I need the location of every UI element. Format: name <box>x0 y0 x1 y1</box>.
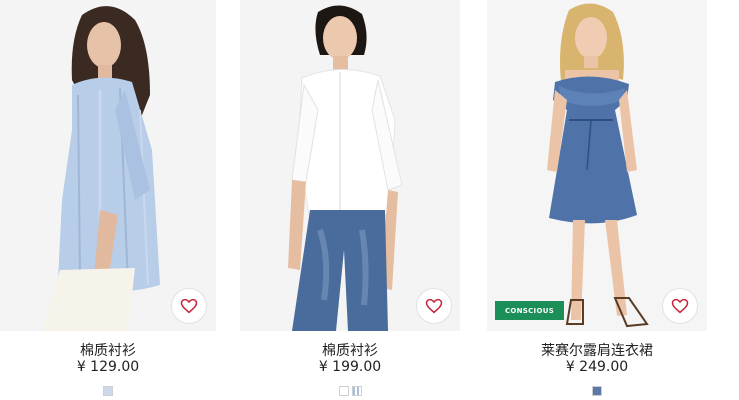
wishlist-button[interactable] <box>416 288 452 324</box>
product-price: ¥ 199.00 <box>318 359 382 375</box>
heart-outline-icon <box>180 298 198 314</box>
wishlist-button[interactable] <box>662 288 698 324</box>
product-image[interactable] <box>487 0 707 331</box>
color-swatches <box>487 386 707 396</box>
product-card[interactable]: 棉质衬衫 ¥ 129.00 <box>0 0 216 400</box>
product-name[interactable]: 莱赛尔露肩连衣裙 <box>487 340 707 360</box>
product-image[interactable] <box>240 0 460 331</box>
product-price: ¥ 249.00 <box>565 359 629 375</box>
product-name[interactable]: 棉质衬衫 <box>0 340 216 360</box>
conscious-badge: CONSCIOUS <box>495 301 564 320</box>
heart-outline-icon <box>671 298 689 314</box>
color-swatch[interactable] <box>351 386 362 396</box>
wishlist-button[interactable] <box>171 288 207 324</box>
color-swatch[interactable] <box>103 386 113 396</box>
product-grid: 棉质衬衫 ¥ 129.00 棉质衬衫 ¥ 199.00 CONSCIOUS 莱赛… <box>0 0 739 400</box>
color-swatches <box>0 386 216 396</box>
heart-outline-icon <box>425 298 443 314</box>
product-card[interactable]: CONSCIOUS 莱赛尔露肩连衣裙 ¥ 249.00 <box>487 0 707 400</box>
product-name[interactable]: 棉质衬衫 <box>240 340 460 360</box>
product-image[interactable] <box>0 0 216 331</box>
color-swatch[interactable] <box>338 386 349 396</box>
color-swatch[interactable] <box>592 386 602 396</box>
product-card[interactable]: 棉质衬衫 ¥ 199.00 <box>240 0 460 400</box>
product-price: ¥ 129.00 <box>76 359 140 375</box>
color-swatches <box>240 386 460 396</box>
